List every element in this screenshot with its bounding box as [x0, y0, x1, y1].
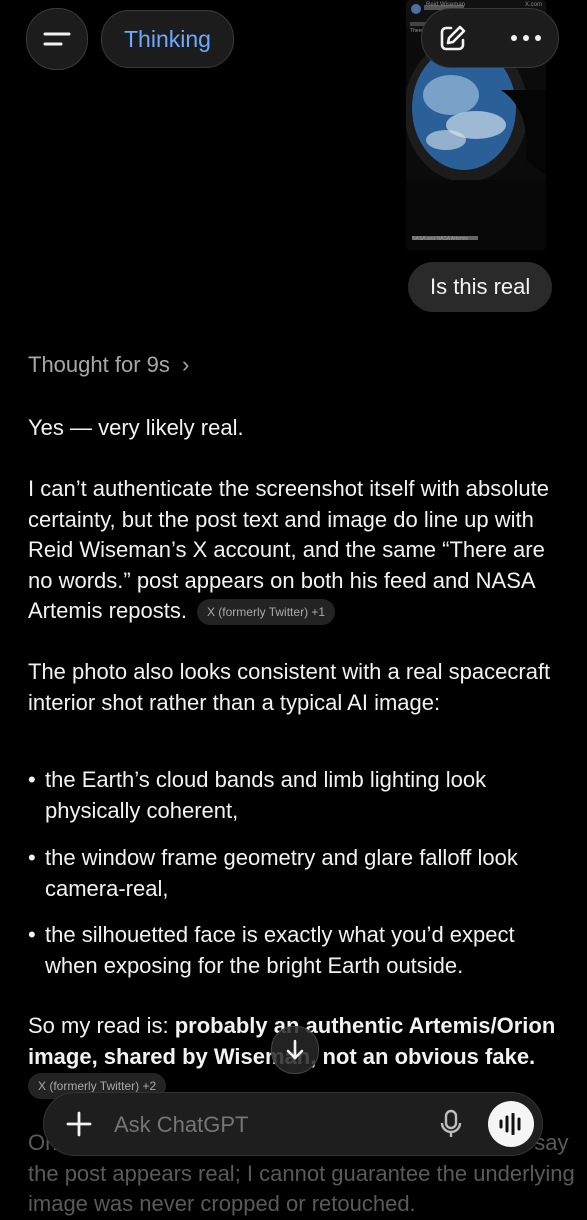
source-chip[interactable]: X (formerly Twitter) +1 — [196, 599, 336, 626]
image-caption: NASA and NASA Artemis — [412, 236, 468, 242]
message-input[interactable] — [112, 1107, 416, 1143]
new-chat-button[interactable] — [438, 23, 468, 53]
response-paragraph-1: Yes — very likely real. — [28, 415, 244, 440]
header-actions — [421, 8, 559, 68]
mic-icon — [440, 1109, 462, 1137]
mode-selector-button[interactable]: Thinking — [101, 10, 234, 68]
user-message-text: Is this real — [430, 274, 531, 299]
thought-label: Thought for 9s — [28, 352, 170, 377]
list-item-text: the window frame geometry and glare fall… — [45, 845, 518, 901]
more-icon — [511, 35, 541, 41]
dictate-button[interactable] — [440, 1109, 462, 1139]
response-paragraph-3: The photo also looks consistent with a r… — [28, 659, 551, 715]
more-options-button[interactable] — [510, 34, 542, 42]
mode-label: Thinking — [124, 25, 211, 52]
menu-button[interactable] — [26, 8, 88, 70]
chevron-right-icon: › — [182, 352, 190, 377]
bullet-icon: • — [28, 845, 36, 870]
arrow-down-icon — [286, 1039, 304, 1060]
voice-mode-icon — [499, 1113, 521, 1135]
bullet-icon: • — [28, 922, 36, 947]
thought-toggle[interactable]: Thought for 9s › — [28, 352, 189, 378]
list-item-text: the Earth’s cloud bands and limb lightin… — [45, 767, 487, 823]
voice-mode-button[interactable] — [488, 1101, 534, 1147]
composer-bar — [43, 1092, 543, 1156]
menu-icon — [43, 32, 71, 46]
list-item-text: the silhouetted face is exactly what you… — [45, 922, 515, 978]
scroll-to-bottom-button[interactable] — [271, 1026, 319, 1074]
response-paragraph-4-prefix: So my read is: — [28, 1013, 175, 1038]
compose-icon — [440, 25, 466, 51]
response-paragraph-2: I can’t authenticate the screenshot itse… — [28, 474, 568, 627]
user-message-bubble: Is this real — [408, 262, 553, 312]
bullet-icon: • — [28, 767, 36, 792]
plus-icon — [66, 1111, 92, 1137]
add-attachment-button[interactable] — [66, 1111, 92, 1137]
